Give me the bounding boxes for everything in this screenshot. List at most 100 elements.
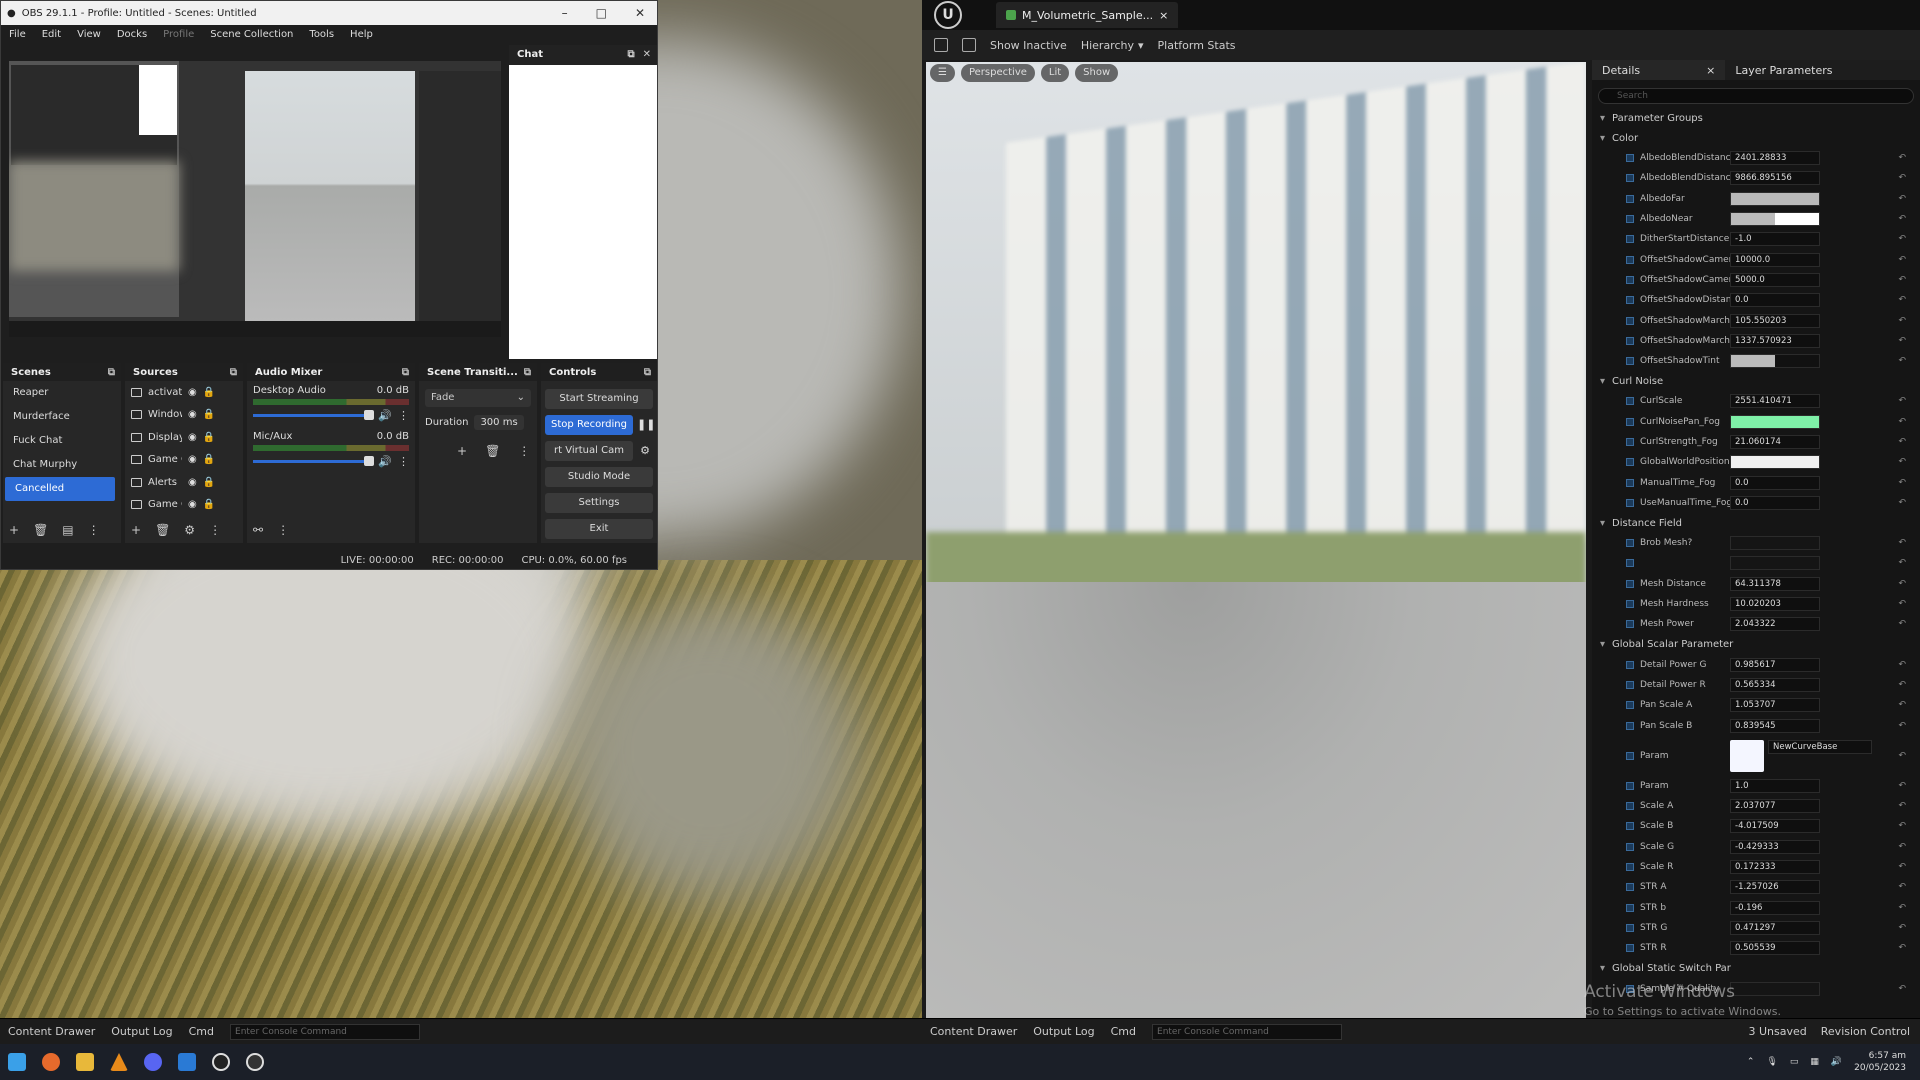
menu-item-scene-collection[interactable]: Scene Collection	[210, 29, 293, 40]
discord-button[interactable]	[136, 1044, 170, 1080]
parameter-value-swatch[interactable]	[1730, 455, 1820, 470]
parameter-enable-checkbox[interactable]	[1626, 751, 1634, 760]
hierarchy-button[interactable]: Hierarchy ▾	[1081, 39, 1144, 52]
parameter-enable-checkbox[interactable]	[1626, 802, 1634, 811]
parameter-enable-checkbox[interactable]	[1626, 944, 1634, 953]
speaker-icon[interactable]: 🔊	[378, 409, 392, 422]
parameter-enable-checkbox[interactable]	[1626, 336, 1634, 345]
reset-arrow-icon[interactable]: ↶	[1898, 316, 1906, 326]
parameter-value-input[interactable]: 105.550203	[1730, 313, 1820, 328]
parameter-enable-checkbox[interactable]	[1626, 579, 1634, 588]
parameter-enable-checkbox[interactable]	[1626, 863, 1634, 872]
menu-item-help[interactable]: Help	[350, 29, 373, 40]
start-streaming-button[interactable]: Start Streaming	[545, 389, 653, 409]
more-icon[interactable]: ⋮	[398, 409, 409, 422]
undock-icon[interactable]: ⧉	[627, 49, 634, 60]
parameter-enable-checkbox[interactable]	[1626, 498, 1634, 507]
parameter-value-input[interactable]: 0.0	[1730, 293, 1820, 308]
parameter-value-input[interactable]: 0.839545	[1730, 718, 1820, 733]
undock-icon[interactable]: ⧉	[402, 367, 415, 378]
filter-icon[interactable]: ▤	[62, 523, 73, 537]
virtual-camera-button[interactable]: rt Virtual Cam	[545, 441, 633, 461]
tab-details[interactable]: Details ×	[1592, 60, 1726, 80]
parameter-value-input[interactable]: 0.172333	[1730, 860, 1820, 875]
undock-icon[interactable]: ⧉	[108, 367, 121, 378]
parameter-groups-header[interactable]: Parameter Groups	[1592, 108, 1920, 128]
parameter-enable-checkbox[interactable]	[1626, 822, 1634, 831]
eye-icon[interactable]: ◉	[188, 499, 197, 510]
explorer-button[interactable]	[68, 1044, 102, 1080]
parameter-enable-checkbox[interactable]	[1626, 235, 1634, 244]
volume-slider[interactable]	[253, 456, 375, 466]
parameter-group-header[interactable]: Distance Field	[1592, 513, 1920, 533]
parameter-value-swatch[interactable]	[1730, 354, 1820, 369]
chat-content[interactable]	[509, 65, 657, 359]
parameter-enable-checkbox[interactable]	[1626, 154, 1634, 163]
output-log-button[interactable]: Output Log	[111, 1025, 172, 1038]
parameter-value-input[interactable]: 1337.570923	[1730, 333, 1820, 348]
reset-arrow-icon[interactable]: ↶	[1898, 842, 1906, 852]
reset-arrow-icon[interactable]: ↶	[1898, 336, 1906, 346]
parameter-value-input[interactable]: 0.565334	[1730, 677, 1820, 692]
parameter-value-input[interactable]: 0.505539	[1730, 941, 1820, 956]
parameter-value-input[interactable]: 21.060174	[1730, 435, 1820, 449]
lock-icon[interactable]: 🔒	[203, 499, 215, 510]
lock-icon[interactable]: 🔒	[203, 409, 215, 420]
reset-arrow-icon[interactable]: ↶	[1898, 478, 1906, 488]
add-icon[interactable]: +	[9, 523, 19, 537]
lock-icon[interactable]: 🔒	[203, 387, 215, 398]
content-drawer-button[interactable]: Content Drawer	[8, 1025, 95, 1038]
parameter-enable-checkbox[interactable]	[1626, 539, 1634, 548]
parameter-value-input[interactable]: -0.429333	[1730, 839, 1820, 854]
minimize-icon[interactable]: –	[562, 6, 568, 20]
obs-preview[interactable]	[9, 61, 501, 337]
reset-arrow-icon[interactable]: ↶	[1898, 700, 1906, 710]
material-tab[interactable]: M_Volumetric_Sample... ×	[996, 2, 1179, 28]
parameter-value-input[interactable]: 9866.895156	[1730, 171, 1820, 186]
reset-arrow-icon[interactable]: ↶	[1898, 660, 1906, 670]
volume-slider-handle[interactable]	[364, 410, 375, 420]
parameter-value-swatch[interactable]	[1730, 414, 1820, 429]
reset-arrow-icon[interactable]: ↶	[1898, 295, 1906, 305]
console-command-input[interactable]: Enter Console Command	[1152, 1023, 1343, 1040]
more-icon[interactable]: ⋮	[518, 444, 530, 458]
parameter-enable-checkbox[interactable]	[1626, 842, 1634, 851]
reset-arrow-icon[interactable]: ↶	[1898, 214, 1906, 224]
output-log-button[interactable]: Output Log	[1033, 1025, 1094, 1038]
add-icon[interactable]: +	[457, 444, 467, 458]
parameter-value-input[interactable]: 2.043322	[1730, 617, 1820, 632]
platform-stats-button[interactable]: Platform Stats	[1158, 39, 1236, 52]
scene-item[interactable]: Chat Murphy	[3, 453, 121, 477]
add-icon[interactable]: +	[131, 523, 141, 537]
menu-item-file[interactable]: File	[9, 29, 26, 40]
parameter-value-input[interactable]: 0.0	[1730, 475, 1820, 490]
source-item[interactable]: Game C ◉ 🔒	[125, 449, 243, 472]
vlc-button[interactable]	[102, 1044, 136, 1080]
reset-arrow-icon[interactable]: ↶	[1898, 984, 1906, 994]
parameter-enable-checkbox[interactable]	[1626, 781, 1634, 790]
settings-button[interactable]: Settings	[545, 493, 653, 513]
menu-item-profile[interactable]: Profile	[163, 29, 194, 40]
source-item[interactable]: Game C ◉ 🔒	[125, 494, 243, 517]
gear-icon[interactable]: ⚙	[637, 441, 653, 461]
lock-icon[interactable]: 🔒	[203, 432, 215, 443]
lock-icon[interactable]: 🔒	[203, 477, 215, 488]
revision-control-button[interactable]: Revision Control	[1821, 1025, 1910, 1038]
menu-item-tools[interactable]: Tools	[309, 29, 334, 40]
reset-arrow-icon[interactable]: ↶	[1898, 498, 1906, 508]
parameter-group-header[interactable]: Global Static Switch Par	[1592, 958, 1920, 978]
duration-input[interactable]: 300 ms	[474, 415, 524, 430]
parameter-value-swatch[interactable]	[1730, 536, 1820, 551]
parameter-enable-checkbox[interactable]	[1626, 600, 1634, 609]
more-icon[interactable]: ⋮	[209, 523, 221, 537]
scene-item[interactable]: Reaper	[3, 381, 121, 405]
reset-arrow-icon[interactable]: ↶	[1898, 821, 1906, 831]
details-search-input[interactable]: Search	[1598, 88, 1914, 104]
more-icon[interactable]: ⋮	[277, 523, 289, 537]
parameter-enable-checkbox[interactable]	[1626, 215, 1634, 224]
battery-icon[interactable]: ▭	[1790, 1057, 1799, 1067]
close-icon[interactable]: ×	[1159, 9, 1168, 22]
firefox-button[interactable]	[34, 1044, 68, 1080]
parameter-enable-checkbox[interactable]	[1626, 296, 1634, 305]
exit-button[interactable]: Exit	[545, 519, 653, 539]
